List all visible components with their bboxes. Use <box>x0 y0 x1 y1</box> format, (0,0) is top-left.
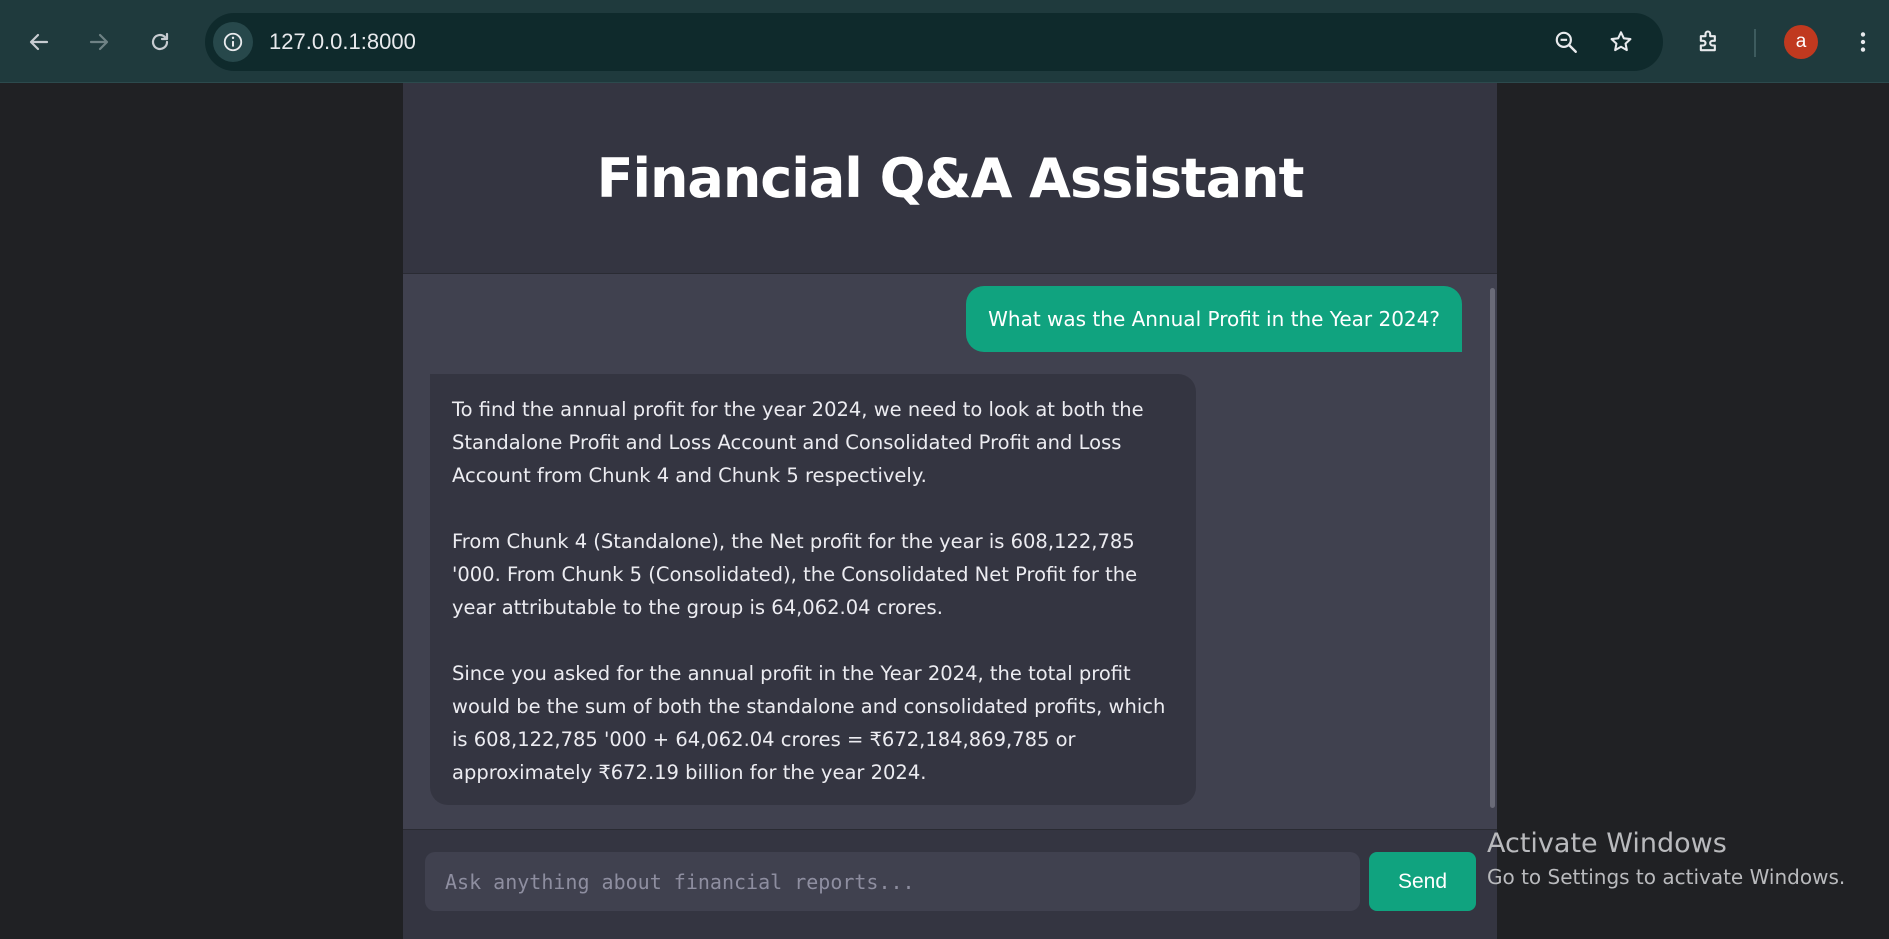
star-icon[interactable] <box>1608 29 1634 55</box>
browser-toolbar: 127.0.0.1:8000 a <box>0 0 1889 83</box>
address-bar[interactable]: 127.0.0.1:8000 <box>205 13 1663 71</box>
page-title: Financial Q&A Assistant <box>596 146 1305 210</box>
toolbar-divider <box>1754 29 1756 57</box>
back-button[interactable] <box>19 22 59 62</box>
reload-button[interactable] <box>140 22 180 62</box>
forward-button[interactable] <box>79 22 119 62</box>
assistant-paragraph: Since you asked for the annual profit in… <box>452 662 1166 784</box>
extensions-icon <box>1699 30 1716 52</box>
chat-scrollbar[interactable] <box>1490 288 1495 808</box>
menu-button[interactable] <box>1843 22 1883 62</box>
back-arrow-icon <box>29 33 49 51</box>
url-text[interactable]: 127.0.0.1:8000 <box>269 29 416 55</box>
watermark-subtitle: Go to Settings to activate Windows. <box>1487 865 1846 889</box>
app-header: Financial Q&A Assistant <box>403 83 1497 274</box>
message-composer: Send <box>403 829 1497 939</box>
info-icon <box>223 32 243 52</box>
activate-windows-watermark: Activate Windows Go to Settings to activ… <box>1487 828 1845 889</box>
more-vert-icon <box>1860 32 1866 52</box>
assistant-message: To find the annual profit for the year 2… <box>430 374 1196 805</box>
profile-avatar[interactable]: a <box>1784 25 1818 59</box>
forward-arrow-icon <box>89 33 109 51</box>
send-button[interactable]: Send <box>1369 852 1476 911</box>
assistant-paragraph: To find the annual profit for the year 2… <box>452 398 1144 487</box>
user-message: What was the Annual Profit in the Year 2… <box>966 286 1462 352</box>
extensions-button[interactable] <box>1689 22 1729 62</box>
question-input[interactable] <box>425 852 1360 911</box>
watermark-title: Activate Windows <box>1487 828 1727 859</box>
avatar-letter: a <box>1795 31 1807 52</box>
chat-history[interactable]: What was the Annual Profit in the Year 2… <box>403 274 1497 829</box>
reload-icon <box>151 32 169 51</box>
site-info-button[interactable] <box>213 22 253 62</box>
zoom-out-icon[interactable] <box>1553 29 1579 55</box>
assistant-paragraph: From Chunk 4 (Standalone), the Net profi… <box>452 530 1138 619</box>
chat-app: Financial Q&A Assistant What was the Ann… <box>403 83 1497 939</box>
